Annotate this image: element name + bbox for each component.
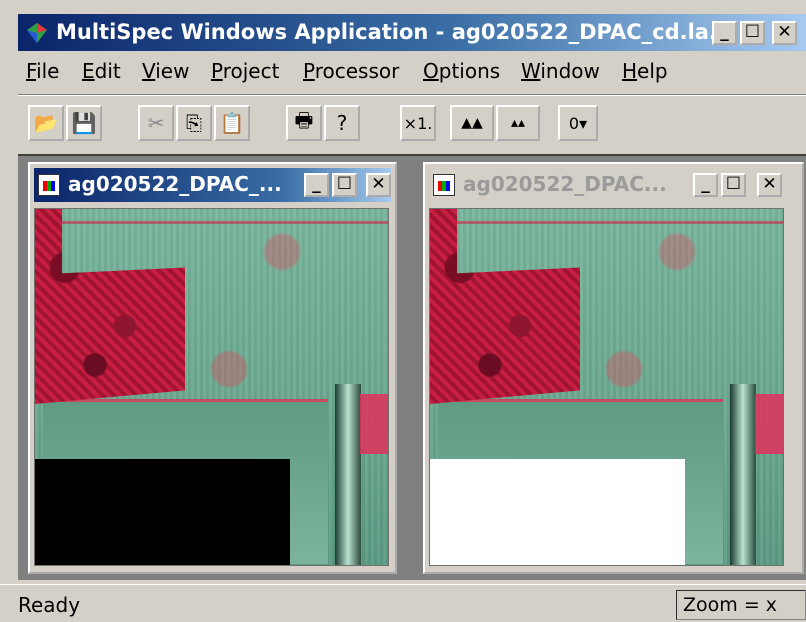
minimize-button[interactable]: _ xyxy=(712,21,737,45)
save-icon[interactable]: 💾 xyxy=(66,105,102,141)
maximize-button[interactable]: ☐ xyxy=(740,21,765,45)
menu-help-label: elp xyxy=(637,59,668,83)
zoom-in-histogram-icon[interactable]: ▲▲ xyxy=(450,105,494,141)
image-field-boundary xyxy=(35,221,388,224)
image-window-2[interactable]: ag020522_DPAC... _ ☐ ✕ xyxy=(423,162,804,574)
image-window-2-title: ag020522_DPAC... xyxy=(463,172,667,196)
image-mask-region-white xyxy=(430,459,685,565)
menu-project[interactable]: Project xyxy=(211,59,279,83)
menu-options-label: ptions xyxy=(438,59,501,83)
main-title-bar[interactable]: MultiSpec Windows Application - ag020522… xyxy=(18,14,806,51)
toolbar: 📂 💾 ✂ ⎘ 📋 🖶 ? ×1. ▲▲ ▴▴ 0▾ xyxy=(18,94,806,154)
menu-project-mnemonic: P xyxy=(211,59,223,83)
menu-project-label: roject xyxy=(222,59,280,83)
open-folder-icon[interactable]: 📂 xyxy=(28,105,64,141)
paste-icon[interactable]: 📋 xyxy=(214,105,250,141)
help-icon[interactable]: ? xyxy=(324,105,360,141)
menu-edit-label: dit xyxy=(94,59,121,83)
menu-options-mnemonic: O xyxy=(423,59,439,83)
menu-edit[interactable]: Edit xyxy=(82,59,121,83)
menu-view-label: iew xyxy=(155,59,190,83)
window-title: MultiSpec Windows Application - ag020522… xyxy=(56,20,733,44)
child-2-close-button[interactable]: ✕ xyxy=(757,173,782,197)
menu-window[interactable]: Window xyxy=(521,59,600,83)
copy-icon[interactable]: ⎘ xyxy=(176,105,212,141)
close-button[interactable]: ✕ xyxy=(772,21,797,45)
image-document-icon xyxy=(433,174,455,196)
menu-options[interactable]: Options xyxy=(423,59,500,83)
status-bar: Ready Zoom = x xyxy=(0,584,806,622)
menu-edit-mnemonic: E xyxy=(82,59,95,83)
zoom-out-histogram-icon[interactable]: ▴▴ xyxy=(496,105,540,141)
image-riverbank xyxy=(730,384,756,565)
menu-view[interactable]: View xyxy=(142,59,189,83)
menu-file[interactable]: File xyxy=(26,59,59,83)
image-riverbank xyxy=(335,384,361,565)
menu-file-mnemonic: F xyxy=(26,59,37,83)
mdi-client-area: ag020522_DPAC_... _ ☐ ✕ ag020522_DPAC...… xyxy=(18,154,806,580)
overlay-menu-icon[interactable]: 0▾ xyxy=(558,105,598,141)
image-window-1-title-bar[interactable]: ag020522_DPAC_... _ ☐ ✕ xyxy=(34,168,391,202)
menu-window-label: indow xyxy=(540,59,600,83)
child-2-maximize-button[interactable]: ☐ xyxy=(721,173,746,197)
menu-processor-mnemonic: P xyxy=(303,59,315,83)
image-mask-region-black xyxy=(35,459,290,565)
child-1-close-button[interactable]: ✕ xyxy=(366,173,391,197)
cut-icon[interactable]: ✂ xyxy=(138,105,174,141)
image-field-boundary xyxy=(430,221,783,224)
menu-window-mnemonic: W xyxy=(521,59,541,83)
menu-help[interactable]: Help xyxy=(622,59,668,83)
multispec-app-icon xyxy=(27,23,47,43)
menu-processor-label: rocessor xyxy=(314,59,400,83)
status-text: Ready xyxy=(18,593,81,617)
image-canvas-1[interactable] xyxy=(34,208,389,566)
image-pink-patch xyxy=(755,394,783,454)
child-1-minimize-button[interactable]: _ xyxy=(304,173,329,197)
toolbar-top-divider xyxy=(18,94,806,96)
image-window-2-title-bar[interactable]: ag020522_DPAC... _ ☐ ✕ xyxy=(429,168,798,202)
child-2-minimize-button[interactable]: _ xyxy=(693,173,718,197)
menu-view-mnemonic: V xyxy=(142,59,156,83)
menu-bar: File Edit View Project Processor Options… xyxy=(18,56,806,88)
image-window-1-title: ag020522_DPAC_... xyxy=(68,172,282,196)
image-pink-patch xyxy=(360,394,388,454)
menu-processor[interactable]: Processor xyxy=(303,59,399,83)
image-window-1[interactable]: ag020522_DPAC_... _ ☐ ✕ xyxy=(28,162,397,574)
menu-file-label: ile xyxy=(36,59,60,83)
menu-help-mnemonic: H xyxy=(622,59,638,83)
child-1-maximize-button[interactable]: ☐ xyxy=(332,173,357,197)
image-canvas-2[interactable] xyxy=(429,208,784,566)
print-icon[interactable]: 🖶 xyxy=(286,105,322,141)
zoom-status-pane: Zoom = x xyxy=(676,590,806,620)
image-document-icon xyxy=(38,174,60,196)
zoom-x1-icon[interactable]: ×1. xyxy=(400,105,436,141)
